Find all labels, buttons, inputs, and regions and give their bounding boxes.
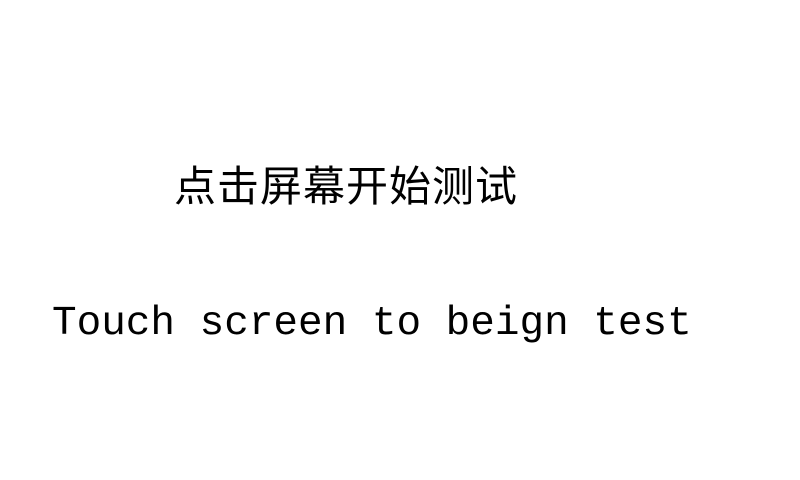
touch-start-screen[interactable]: 点击屏幕开始测试 Touch screen to beign test: [0, 0, 800, 480]
prompt-chinese: 点击屏幕开始测试: [174, 162, 519, 211]
prompt-english: Touch screen to beign test: [52, 301, 692, 347]
